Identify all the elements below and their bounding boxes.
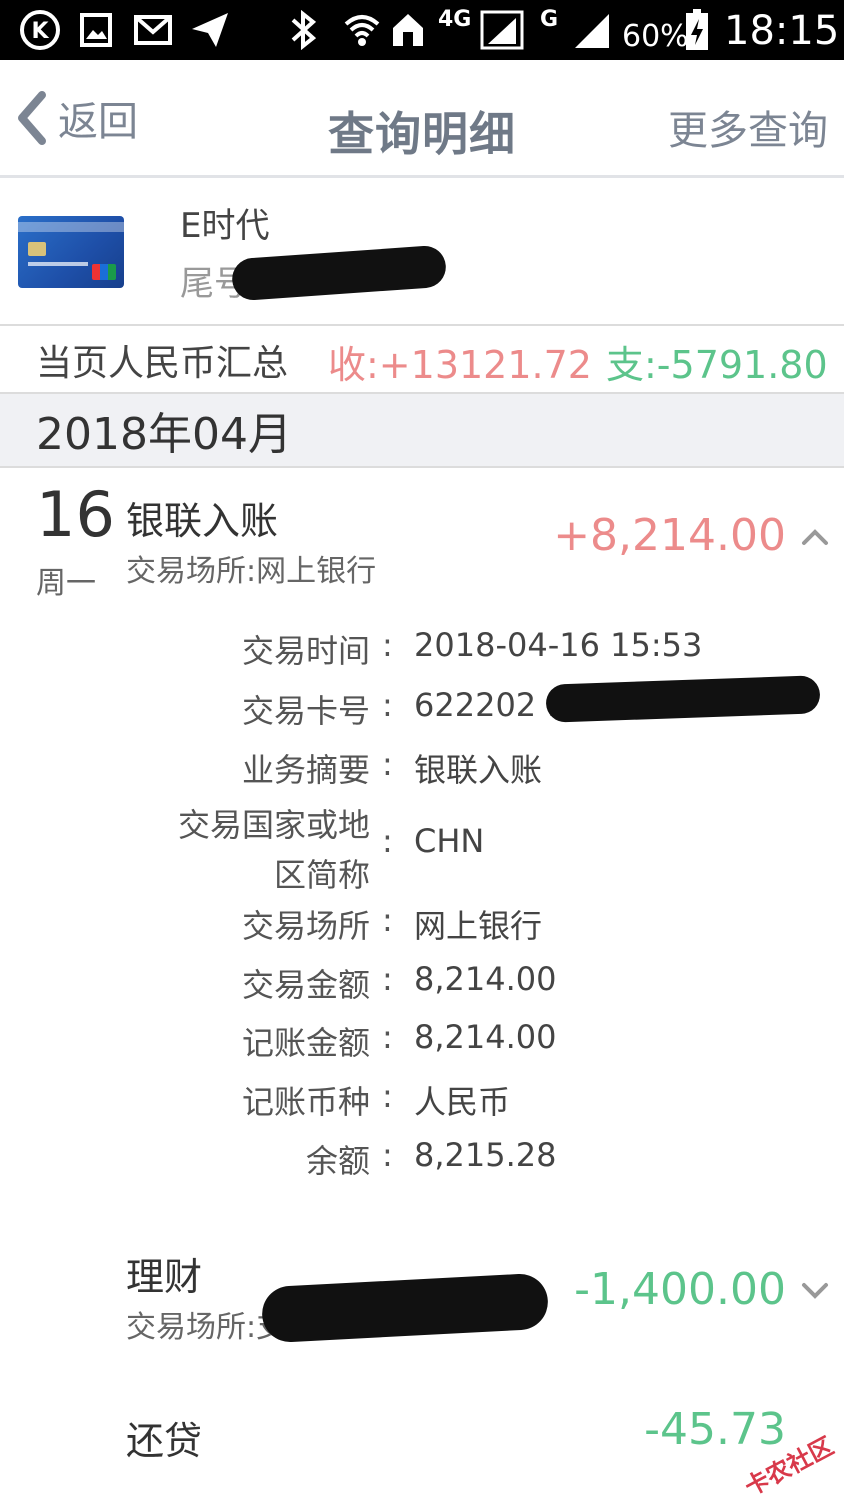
signal-icon — [478, 9, 526, 51]
detail-value: 8,214.00 — [414, 960, 557, 998]
transaction-amount: -45.73 — [644, 1404, 786, 1455]
mail-icon — [132, 9, 174, 51]
detail-value: 8,215.28 — [414, 1136, 557, 1174]
battery-percent: 60% — [622, 19, 689, 54]
chevron-up-icon[interactable] — [800, 522, 830, 552]
home-icon — [390, 9, 426, 51]
detail-value: CHN — [414, 822, 485, 860]
summary-expense: 支:-5791.80 — [606, 343, 828, 387]
detail-label: 记账币种 — [241, 1083, 370, 1121]
detail-label: 交易时间 — [241, 632, 370, 670]
detail-value: 网上银行 — [414, 907, 543, 945]
clock: 18:15 — [724, 8, 840, 54]
detail-value: 2018-04-16 15:53 — [414, 626, 703, 664]
status-bar: K 4G G 60% 18:15 — [0, 0, 844, 60]
transaction-title: 银联入账 — [126, 499, 279, 543]
chevron-down-icon[interactable] — [800, 1276, 830, 1306]
signal-icon-2 — [572, 9, 612, 51]
detail-label: 交易场所 — [241, 907, 370, 945]
detail-value: 8,214.00 — [414, 1018, 557, 1056]
detail-value: 银联入账 — [414, 751, 543, 789]
card-name: E时代 — [180, 206, 270, 246]
battery-icon — [684, 9, 710, 51]
detail-label: 交易国家或地区简称 — [177, 806, 370, 894]
detail-label: 交易卡号 — [241, 692, 370, 730]
image-icon — [78, 9, 114, 51]
redaction-mark — [260, 1272, 550, 1344]
transaction-day: 16 — [36, 478, 115, 551]
bank-card-image — [18, 216, 124, 288]
transaction-title: 还贷 — [126, 1419, 203, 1463]
detail-label: 记账金额 — [241, 1024, 370, 1062]
detail-value: 人民币 — [414, 1083, 511, 1121]
bluetooth-icon — [284, 9, 324, 51]
transaction-weekday: 周一 — [36, 566, 96, 601]
more-query-button[interactable]: 更多查询 — [668, 98, 828, 156]
wifi-icon — [340, 9, 384, 51]
month-label: 2018年04月 — [36, 409, 292, 460]
detail-label: 业务摘要 — [241, 751, 370, 789]
nav-bar: 返回 查询明细 更多查询 — [0, 60, 844, 178]
send-icon — [188, 9, 232, 51]
detail-label: 交易金额 — [241, 966, 370, 1004]
summary-income: 收:+13121.72 — [328, 343, 592, 387]
network2-label: G — [540, 7, 559, 32]
detail-label: 余额 — [305, 1142, 370, 1180]
transaction-title: 理财 — [126, 1255, 203, 1299]
transaction-place: 交易场所:网上银行 — [126, 554, 377, 589]
transaction-amount: -1,400.00 — [574, 1264, 786, 1315]
svg-text:K: K — [31, 19, 49, 44]
redaction-mark — [545, 675, 821, 723]
network-type-label: 4G — [438, 7, 472, 32]
transaction-amount: +8,214.00 — [553, 510, 786, 561]
k-logo-icon: K — [18, 9, 62, 51]
summary-label: 当页人民币汇总 — [36, 343, 289, 384]
